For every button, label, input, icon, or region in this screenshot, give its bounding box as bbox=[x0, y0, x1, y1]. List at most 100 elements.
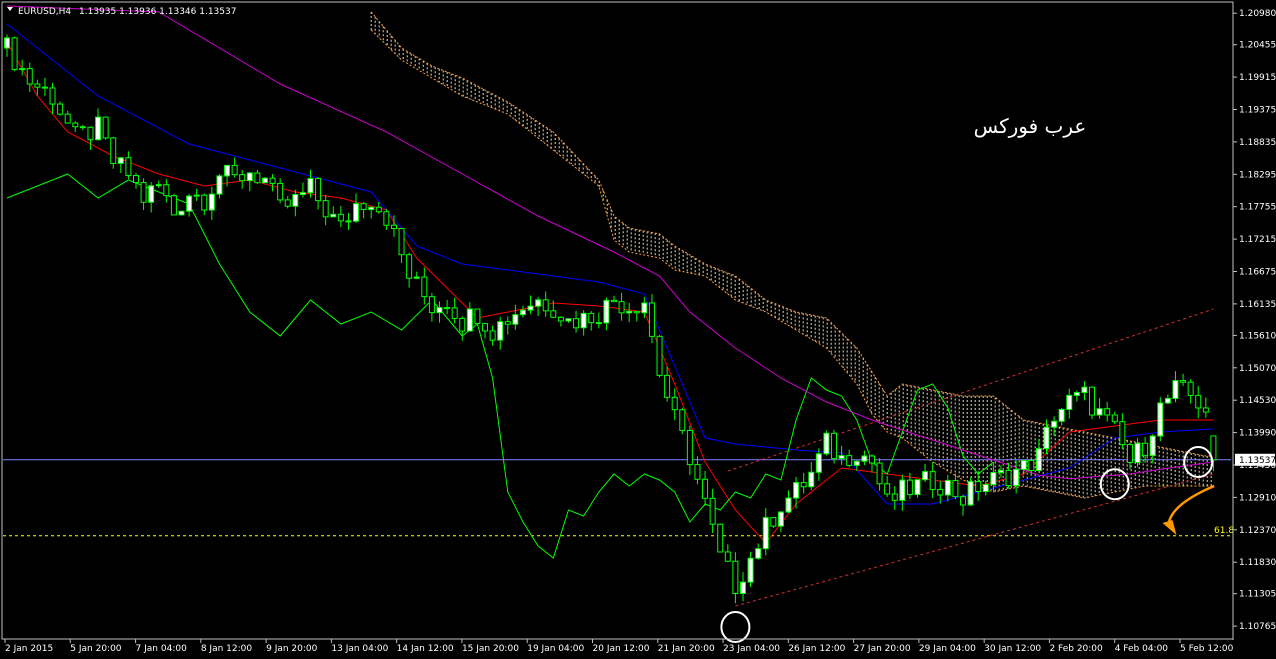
candlestick bbox=[656, 334, 663, 378]
candle-body bbox=[489, 330, 496, 341]
candle-body bbox=[41, 86, 48, 89]
x-tick-label: 21 Jan 20:00 bbox=[658, 644, 715, 654]
candle-body bbox=[770, 517, 777, 527]
x-tick-label: 20 Jan 12:00 bbox=[593, 644, 650, 654]
candle-body bbox=[535, 299, 542, 307]
candle-body bbox=[891, 493, 898, 501]
candle-body bbox=[755, 548, 762, 559]
candle-body bbox=[724, 551, 731, 562]
candle-body bbox=[557, 316, 564, 322]
candle-body bbox=[975, 481, 982, 493]
candle-body bbox=[1104, 408, 1111, 416]
y-tick-label: 1.12910 bbox=[1239, 493, 1276, 503]
candle-body bbox=[390, 224, 397, 230]
candle-body bbox=[990, 471, 997, 486]
candle-body bbox=[603, 299, 610, 324]
candle-body bbox=[261, 177, 268, 184]
candle-body bbox=[208, 193, 215, 211]
candle-body bbox=[231, 164, 238, 176]
candle-body bbox=[4, 37, 10, 49]
x-tick-label: 2 Feb 20:00 bbox=[1049, 644, 1103, 654]
candle-body bbox=[79, 126, 86, 129]
candle-body bbox=[588, 312, 595, 324]
candlestick bbox=[823, 430, 830, 456]
candle-body bbox=[34, 83, 41, 88]
chart-header: EURUSD,H4 1.13935 1.13936 1.13346 1.1353… bbox=[7, 7, 236, 17]
candle-body bbox=[793, 482, 800, 499]
candle-body bbox=[216, 175, 223, 195]
candle-body bbox=[853, 460, 860, 466]
x-tick-label: 14 Jan 12:00 bbox=[397, 644, 454, 654]
candle-body bbox=[239, 174, 246, 182]
candle-body bbox=[428, 296, 435, 314]
candle-body bbox=[337, 213, 344, 222]
candle-body bbox=[815, 453, 822, 473]
candle-body bbox=[884, 483, 891, 495]
candle-body bbox=[618, 301, 625, 314]
candle-body bbox=[345, 220, 352, 223]
candle-body bbox=[777, 511, 784, 527]
candle-body bbox=[876, 462, 883, 485]
candle-body bbox=[1043, 426, 1050, 450]
candle-body bbox=[360, 203, 367, 211]
candle-body bbox=[519, 309, 526, 316]
candle-body bbox=[1134, 442, 1141, 463]
watermark-text: عرب فوركس bbox=[974, 114, 1087, 138]
candle-body bbox=[64, 113, 71, 124]
x-tick-label: 13 Jan 04:00 bbox=[331, 644, 388, 654]
candle-body bbox=[1142, 442, 1149, 457]
candle-body bbox=[1066, 394, 1073, 410]
candle-body bbox=[861, 455, 868, 462]
candle-body bbox=[413, 276, 420, 279]
current-price-label: 1.13537 bbox=[1239, 456, 1276, 466]
candle-body bbox=[57, 103, 64, 115]
candle-body bbox=[1111, 414, 1118, 423]
candle-body bbox=[846, 455, 853, 466]
x-tick-label: 27 Jan 20:00 bbox=[854, 644, 911, 654]
candle-body bbox=[1172, 380, 1179, 399]
candle-body bbox=[823, 432, 830, 455]
candle-body bbox=[997, 469, 1004, 473]
candle-body bbox=[375, 206, 382, 213]
y-tick-label: 1.10765 bbox=[1239, 622, 1276, 632]
candle-body bbox=[186, 195, 193, 212]
x-tick-label: 26 Jan 12:00 bbox=[788, 644, 845, 654]
x-tick-label: 2 Jan 2015 bbox=[5, 644, 53, 654]
candle-body bbox=[679, 409, 686, 431]
candle-body bbox=[906, 479, 913, 496]
candle-body bbox=[406, 254, 413, 279]
candle-body bbox=[451, 307, 458, 319]
y-tick-label: 1.12370 bbox=[1239, 526, 1276, 536]
candle-body bbox=[1005, 469, 1012, 487]
y-tick-label: 1.19375 bbox=[1239, 106, 1276, 116]
fibo-level-label: 61.8 bbox=[1214, 526, 1234, 536]
candle-body bbox=[648, 302, 655, 337]
candle-body bbox=[732, 560, 739, 594]
candle-body bbox=[1058, 408, 1065, 422]
candle-body bbox=[1073, 392, 1080, 396]
candle-body bbox=[421, 276, 428, 298]
candle-body bbox=[155, 184, 162, 187]
candlestick bbox=[57, 101, 64, 116]
candle-body bbox=[580, 312, 587, 329]
price-chart[interactable]: 61.8 1.20980 1.20455 1.19915 1.19375 1.18835… bbox=[0, 0, 1276, 659]
candle-body bbox=[626, 310, 633, 314]
candle-body bbox=[739, 581, 746, 594]
candle-body bbox=[368, 206, 375, 211]
y-tick-label: 1.17755 bbox=[1239, 203, 1276, 213]
candle-body bbox=[140, 182, 147, 203]
candle-body bbox=[117, 157, 124, 164]
candle-body bbox=[353, 203, 360, 222]
candle-body bbox=[800, 482, 807, 488]
candle-body bbox=[967, 481, 974, 506]
candlestick bbox=[178, 210, 185, 216]
candle-body bbox=[307, 178, 314, 194]
candle-body bbox=[254, 172, 261, 184]
candle-body bbox=[1096, 408, 1103, 416]
candle-body bbox=[322, 200, 329, 218]
candle-body bbox=[1035, 448, 1042, 472]
candle-body bbox=[49, 87, 56, 105]
candle-body bbox=[504, 321, 511, 325]
candlestick bbox=[967, 477, 974, 507]
candle-body bbox=[110, 137, 117, 164]
